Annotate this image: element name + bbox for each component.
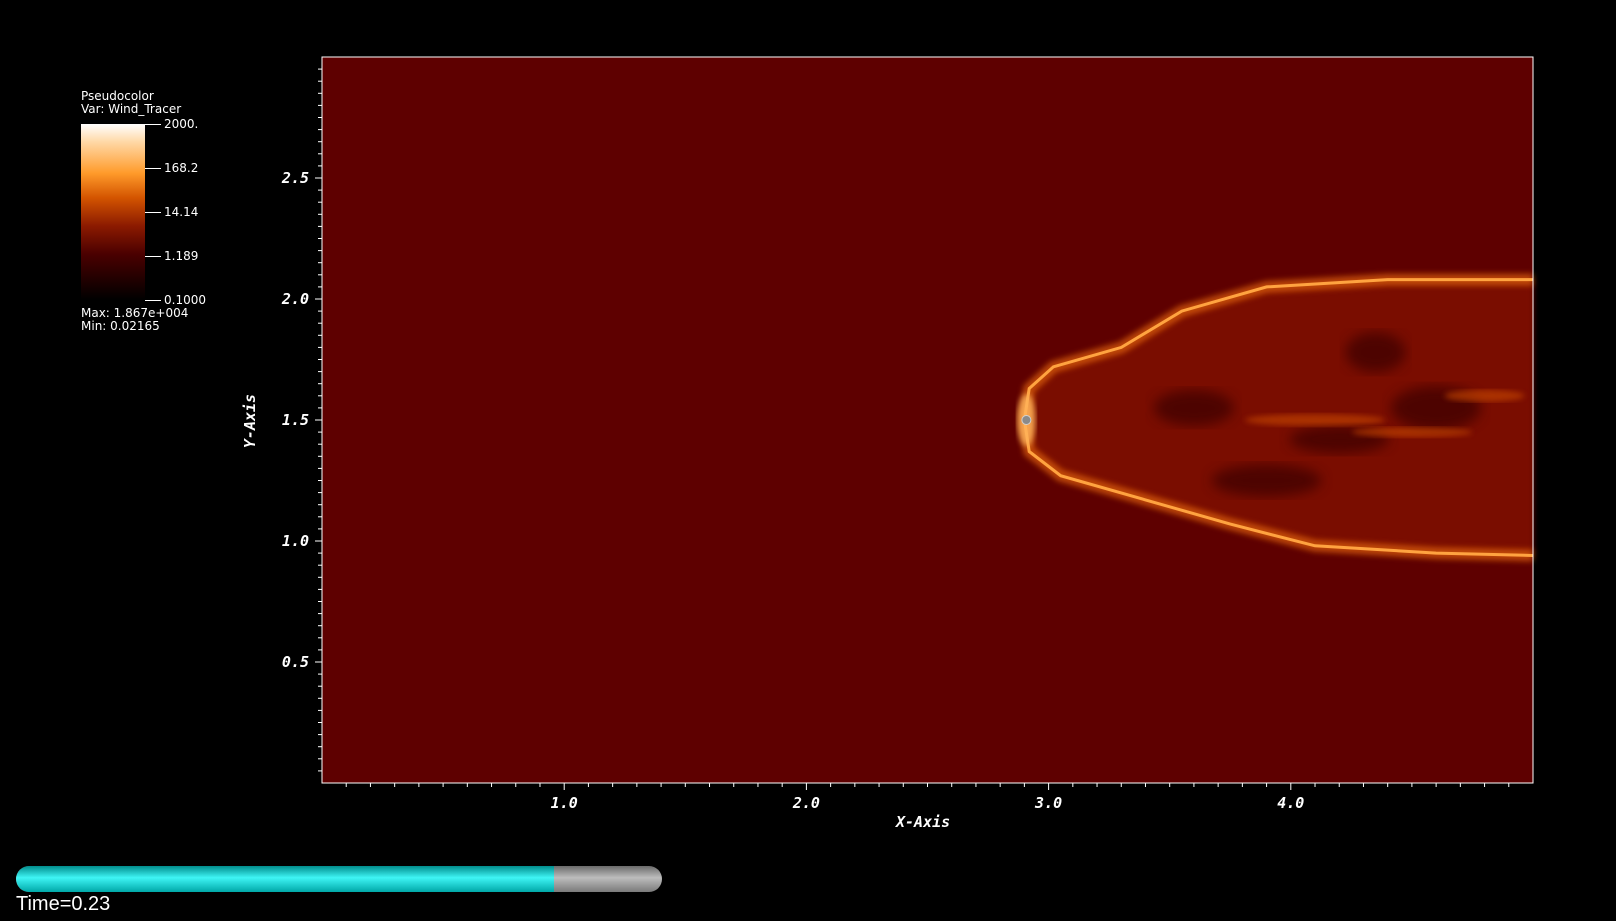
x-tick-label: 3.0 [1034,794,1062,812]
x-tick-label: 4.0 [1277,794,1304,812]
colorbar-tick [145,124,161,125]
colorbar-tick-label: 14.14 [164,205,199,219]
turbulence-patch [1345,332,1406,373]
colorbar-tick-label: 2000. [164,117,199,131]
colorbar-tick-label: 168.2 [164,161,199,175]
colorbar-legend: Pseudocolor Var: Wind_Tracer [81,90,181,116]
plume-filament [1351,427,1472,438]
y-tick-label: 1.0 [282,532,309,550]
plume-filament [1444,389,1525,402]
colorbar-tick [145,212,161,213]
colorbar-tick [145,256,161,257]
star-marker [1021,415,1032,425]
x-axis-ticks: 1.0 2.0 3.0 4.0 [345,783,1510,812]
x-tick-label: 2.0 [792,794,820,812]
turbulence-patch [1153,389,1234,426]
y-axis-label: Y-Axis [241,393,260,449]
time-label: Time=0.23 [16,893,111,915]
time-progress-fill [16,866,555,892]
y-tick-label: 0.5 [282,653,309,671]
x-tick-label: 1.0 [551,794,578,812]
y-axis-ticks: 0.5 1.0 1.5 2.0 2.5 [281,68,322,772]
colorbar-tick [145,300,161,301]
y-tick-label: 1.5 [282,411,309,429]
legend-min: Min: 0.02165 [81,319,160,333]
colorbar-tick-label: 0.1000 [164,293,206,307]
time-progress-bar [16,866,662,892]
plume-filament [1245,414,1386,426]
plot-canvas: 1.0 2.0 3.0 4.0 0.5 1.0 1.5 2.0 2.5 [281,56,1534,812]
y-tick-label: 2.0 [281,290,309,308]
y-tick-label: 2.5 [281,169,309,187]
legend-variable: Var: Wind_Tracer [81,102,182,116]
colorbar [81,124,145,300]
colorbar-tick [145,168,161,169]
x-axis-label: X-Axis [896,813,951,831]
colorbar-tick-label: 1.189 [164,249,199,263]
turbulence-patch [1211,464,1322,497]
